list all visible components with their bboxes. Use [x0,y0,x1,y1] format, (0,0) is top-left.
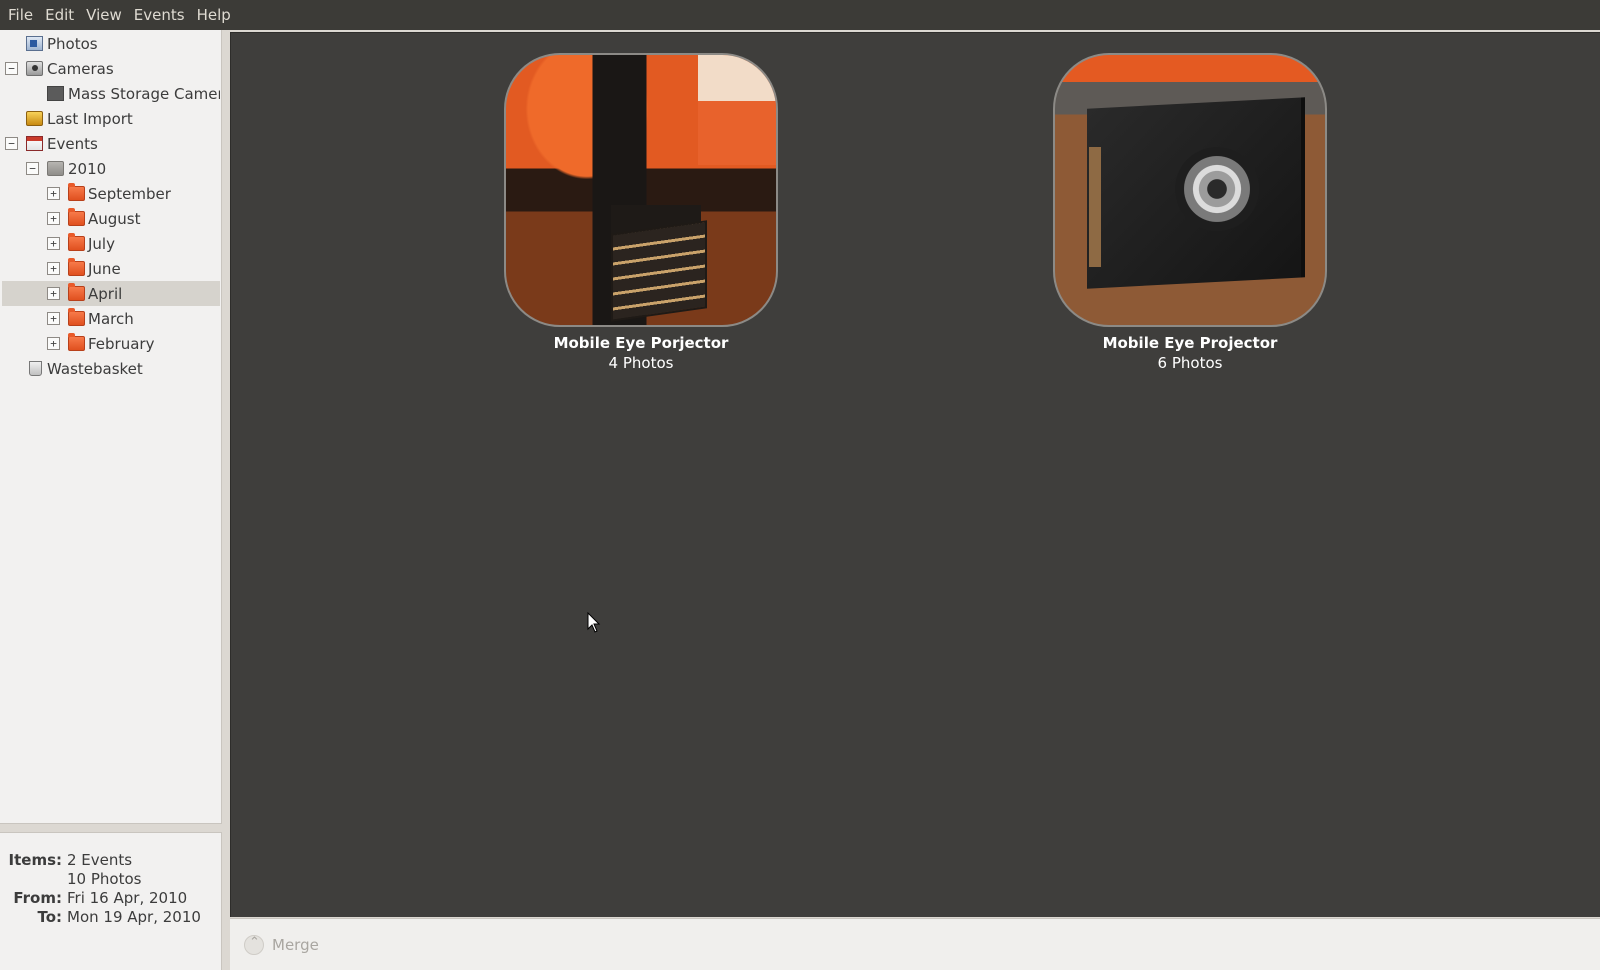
sidebar-item-label: February [88,334,155,353]
expand-toggle[interactable]: + [47,212,60,225]
items-label: Items: [8,851,62,869]
event-title: Mobile Eye Porjector [553,334,729,352]
from-value: Fri 16 Apr, 2010 [67,889,188,907]
import-icon [26,111,43,126]
trash-icon [29,361,42,376]
items-events-value: 2 Events [67,851,133,869]
expand-toggle[interactable]: + [47,237,60,250]
sidebar-item-label: August [88,209,141,228]
folder-icon [68,233,85,251]
sidebar: Photos − Cameras Mass Storage Camera Las… [0,30,222,824]
sidebar-item-cameras[interactable]: − Cameras [2,56,220,81]
expand-toggle[interactable]: + [47,187,60,200]
sidebar-item-month[interactable]: + September [2,181,220,206]
folder-icon [68,183,85,201]
sidebar-item-month[interactable]: + March [2,306,220,331]
mouse-pointer-icon [587,612,601,633]
folder-icon [68,208,85,226]
folder-icon [68,333,85,351]
sidebar-item-month[interactable]: + February [2,331,220,356]
collapse-toggle[interactable]: − [26,162,39,175]
sidebar-item-photos[interactable]: Photos [2,31,220,56]
thumbnail-detail [611,220,707,322]
merge-label: Merge [272,936,319,954]
events-grid: Mobile Eye Porjector 4 Photos Mobile Eye… [230,32,1600,917]
menu-file[interactable]: File [2,0,39,30]
sidebar-item-label: March [88,309,134,328]
thumbnail-detail [698,55,776,165]
items-photos-value: 10 Photos [67,870,142,888]
folder-icon [68,283,85,301]
sidebar-item-label: June [88,259,121,278]
sidebar-item-month[interactable]: + June [2,256,220,281]
calendar-icon [26,136,43,151]
event-thumbnail[interactable] [1053,53,1327,327]
sidebar-item-label: Mass Storage Camera [68,84,220,103]
event-title: Mobile Eye Projector [1102,334,1278,352]
sidebar-item-label: Wastebasket [47,359,143,378]
sidebar-item-month[interactable]: + August [2,206,220,231]
expand-toggle[interactable]: + [47,312,60,325]
expand-toggle[interactable]: + [47,262,60,275]
to-value: Mon 19 Apr, 2010 [67,908,201,926]
info-panel: Items: 2 Events 10 Photos From: Fri 16 A… [0,832,222,970]
collapse-toggle[interactable]: − [5,137,18,150]
sidebar-item-last-import[interactable]: Last Import [2,106,220,131]
to-label: To: [37,908,62,926]
sidebar-item-label: Last Import [47,109,133,128]
menu-bar: File Edit View Events Help [0,0,1600,30]
sidebar-item-label: Cameras [47,59,114,78]
storage-device-icon [47,86,64,101]
menu-events[interactable]: Events [128,0,191,30]
sidebar-item-label: Events [47,134,98,153]
sidebar-item-label: 2010 [68,159,107,178]
folder-icon [47,161,64,176]
sidebar-item-events[interactable]: − Events [2,131,220,156]
collapse-toggle[interactable]: − [5,62,18,75]
sidebar-item-label: April [88,284,123,303]
sidebar-item-label: September [88,184,171,203]
folder-icon [68,258,85,276]
sidebar-item-month[interactable]: + July [2,231,220,256]
bottom-toolbar: Merge [230,918,1600,970]
expand-toggle[interactable]: + [47,337,60,350]
camera-icon [26,61,43,76]
thumbnail-detail [1175,147,1259,231]
folder-icon [68,308,85,326]
sidebar-item-label: July [88,234,115,253]
event-photo-count: 6 Photos [1157,354,1223,372]
sidebar-item-camera-device[interactable]: Mass Storage Camera [2,81,220,106]
merge-button[interactable]: Merge [244,933,319,957]
merge-icon [244,935,264,955]
sidebar-item-wastebasket[interactable]: Wastebasket [2,356,220,381]
sidebar-item-label: Photos [47,34,98,53]
sidebar-item-year[interactable]: − 2010 [2,156,220,181]
event-photo-count: 4 Photos [608,354,674,372]
thumbnail-detail [1089,147,1101,267]
menu-help[interactable]: Help [191,0,237,30]
menu-view[interactable]: View [80,0,128,30]
from-label: From: [13,889,62,907]
menu-edit[interactable]: Edit [39,0,80,30]
sidebar-item-month-selected[interactable]: + April [2,281,220,306]
photos-icon [26,36,43,51]
expand-toggle[interactable]: + [47,287,60,300]
event-thumbnail[interactable] [504,53,778,327]
